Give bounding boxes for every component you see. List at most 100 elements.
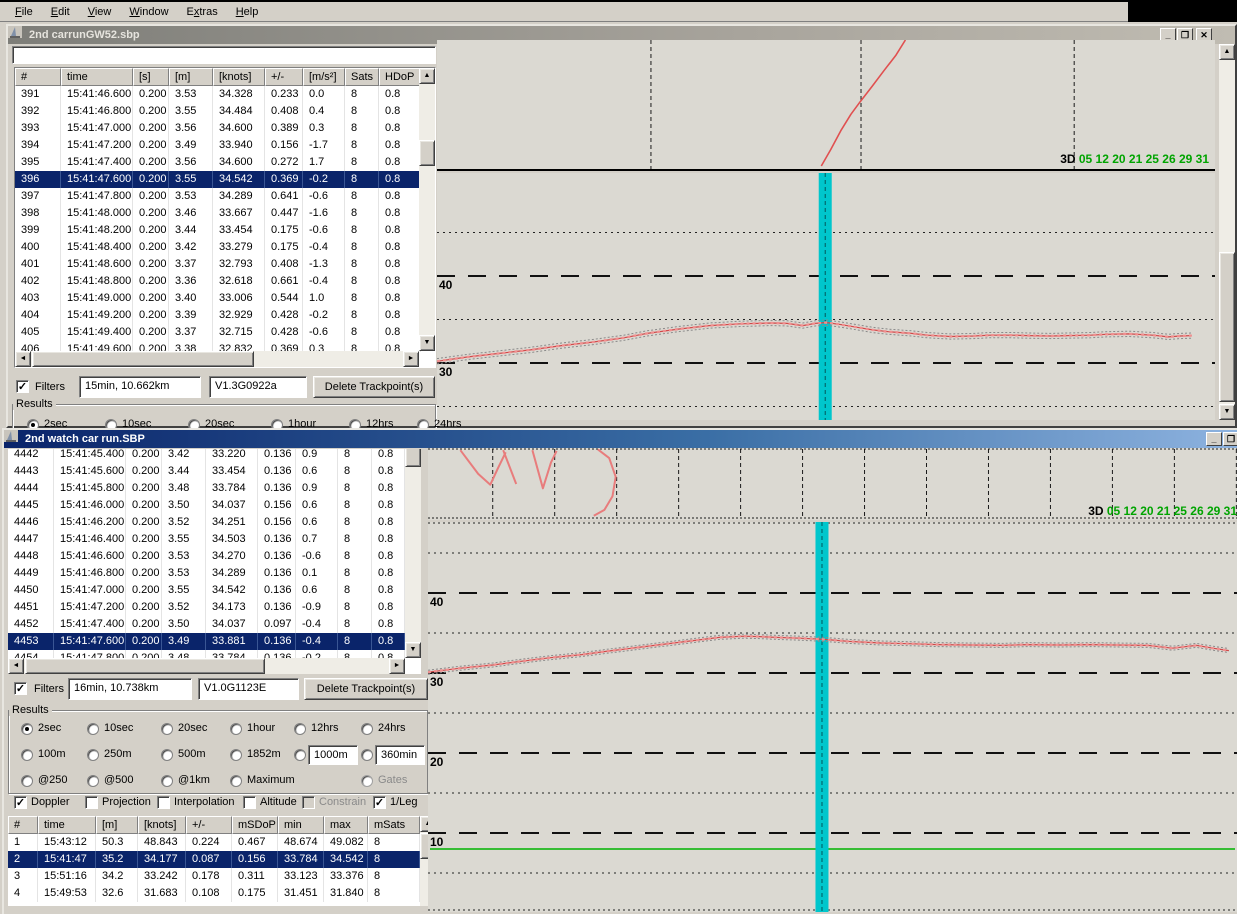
scroll-thumb[interactable] — [32, 351, 254, 367]
menu-item-edit[interactable]: Edit — [42, 3, 79, 21]
column-header[interactable]: [m] — [96, 816, 138, 834]
radio-Gates[interactable] — [361, 775, 373, 787]
column-header[interactable]: +/- — [265, 68, 303, 86]
trackpoint-table[interactable]: 444215:41:45.4000.2003.4233.2200.1360.98… — [8, 449, 405, 658]
radio-20sec[interactable] — [161, 723, 173, 735]
radio-12hrs[interactable] — [294, 723, 306, 735]
table-row[interactable]: 445215:41:47.4000.2003.5034.0370.097-0.4… — [8, 616, 405, 633]
radio-@500[interactable] — [87, 775, 99, 787]
table-hscrollbar[interactable]: ◄ ► — [15, 351, 419, 367]
column-header[interactable]: max — [324, 816, 368, 834]
column-header[interactable]: [knots] — [138, 816, 186, 834]
table-row[interactable]: 444715:41:46.4000.2003.5534.5030.1360.78… — [8, 531, 405, 548]
minimize-button[interactable]: _ — [1206, 432, 1222, 446]
table-row[interactable]: 444515:41:46.0000.2003.5034.0370.1560.68… — [8, 497, 405, 514]
table-row[interactable]: 115:43:1250.348.8430.2240.46748.67449.08… — [8, 834, 420, 851]
menu-item-extras[interactable]: Extras — [178, 3, 227, 21]
table-row[interactable]: 40115:41:48.6000.2003.3732.7930.408-1.38… — [15, 256, 421, 273]
radio-custom[interactable] — [294, 749, 306, 761]
table-row[interactable]: 40415:41:49.2000.2003.3932.9290.428-0.28… — [15, 307, 421, 324]
filter-summary-field[interactable]: 15min, 10.662km — [79, 376, 201, 398]
table-row[interactable]: 415:49:5332.631.6830.1080.17531.45131.84… — [8, 885, 420, 902]
table-row[interactable]: 40215:41:48.8000.2003.3632.6180.661-0.48… — [15, 273, 421, 290]
table-hscrollbar[interactable]: ◄ ► — [8, 658, 405, 674]
scroll-down-icon[interactable]: ▼ — [405, 642, 421, 658]
table-row[interactable]: 39415:41:47.2000.2003.4933.9400.156-1.78… — [15, 137, 421, 154]
table-row[interactable]: 39815:41:48.0000.2003.4633.6670.447-1.68… — [15, 205, 421, 222]
column-header[interactable]: mSats — [368, 816, 420, 834]
radio-250m[interactable] — [87, 749, 99, 761]
table-row[interactable]: 39215:41:46.8000.2003.5534.4840.4080.480… — [15, 103, 421, 120]
scroll-down-icon[interactable]: ▼ — [1219, 404, 1235, 420]
table-row[interactable]: 445415:41:47.8000.2003.4833.7840.136-0.2… — [8, 650, 405, 658]
trackpoint-table[interactable]: 39115:41:46.6000.2003.5334.3280.2330.080… — [15, 86, 421, 352]
track-panel[interactable]: 3D 05 12 20 21 25 26 29 31 — [428, 448, 1237, 520]
checkbox-constrain[interactable] — [302, 796, 315, 809]
scroll-up-icon[interactable]: ▲ — [419, 68, 435, 84]
delete-trackpoints-button[interactable]: Delete Trackpoint(s) — [304, 678, 428, 700]
scroll-thumb[interactable] — [25, 658, 265, 674]
table-row[interactable]: 444215:41:45.4000.2003.4233.2200.1360.98… — [8, 449, 405, 463]
checkbox-altitude[interactable] — [243, 796, 256, 809]
radio-custom[interactable] — [361, 749, 373, 761]
table-row[interactable]: 444915:41:46.8000.2003.5334.2890.1360.18… — [8, 565, 405, 582]
radio-2sec[interactable] — [21, 723, 33, 735]
table-row[interactable]: 39915:41:48.2000.2003.4433.4540.175-0.68… — [15, 222, 421, 239]
table-row[interactable]: 40015:41:48.4000.2003.4233.2790.175-0.48… — [15, 239, 421, 256]
radio-1852m[interactable] — [230, 749, 242, 761]
table-row[interactable]: 315:51:1634.233.2420.1780.31133.12333.37… — [8, 868, 420, 885]
scroll-left-icon[interactable]: ◄ — [8, 658, 24, 674]
column-header[interactable]: time — [38, 816, 96, 834]
radio-@1km[interactable] — [161, 775, 173, 787]
speed-graph[interactable]: 4030 — [437, 173, 1215, 420]
checkbox-interpolation[interactable] — [157, 796, 170, 809]
version-field[interactable]: V1.3G0922a — [209, 376, 307, 398]
scroll-right-icon[interactable]: ► — [403, 351, 419, 367]
scroll-left-icon[interactable]: ◄ — [15, 351, 31, 367]
table-row[interactable]: 39515:41:47.4000.2003.5634.6000.2721.780… — [15, 154, 421, 171]
menu-item-help[interactable]: Help — [227, 3, 268, 21]
column-header[interactable]: # — [8, 816, 38, 834]
radio-500m[interactable] — [161, 749, 173, 761]
radio-24hrs[interactable] — [361, 723, 373, 735]
comment-input[interactable] — [12, 46, 436, 64]
filters-checkbox[interactable]: ✓ — [16, 380, 29, 393]
speed-graph[interactable]: 40302010 — [428, 522, 1237, 912]
column-header[interactable]: min — [278, 816, 324, 834]
menu-item-file[interactable]: File — [6, 3, 42, 21]
table-row[interactable]: 40315:41:49.0000.2003.4033.0060.5441.080… — [15, 290, 421, 307]
filters-checkbox[interactable]: ✓ — [14, 682, 27, 695]
table-row[interactable]: 39615:41:47.6000.2003.5534.5420.369-0.28… — [15, 171, 421, 188]
column-header[interactable]: [m] — [169, 68, 213, 86]
graph-vscrollbar[interactable]: ▲ ▼ — [1219, 44, 1235, 420]
scroll-right-icon[interactable]: ► — [389, 658, 405, 674]
table-row[interactable]: 445115:41:47.2000.2003.5234.1730.136-0.9… — [8, 599, 405, 616]
delete-trackpoints-button[interactable]: Delete Trackpoint(s) — [313, 376, 435, 398]
filter-summary-field[interactable]: 16min, 10.738km — [68, 678, 192, 700]
column-header[interactable]: [m/s²] — [303, 68, 345, 86]
radio-10sec[interactable] — [87, 723, 99, 735]
restore-button[interactable]: ❐ — [1223, 432, 1237, 446]
radio-1hour[interactable] — [230, 723, 242, 735]
option-value-input[interactable]: 360min — [375, 745, 425, 765]
table-row[interactable]: 445315:41:47.6000.2003.4933.8810.136-0.4… — [8, 633, 405, 650]
option-value-input[interactable]: 1000m — [308, 745, 358, 765]
table-row[interactable]: 444615:41:46.2000.2003.5234.2510.1560.68… — [8, 514, 405, 531]
results-table[interactable]: 115:43:1250.348.8430.2240.46748.67449.08… — [8, 834, 420, 902]
column-header[interactable]: Sats — [345, 68, 379, 86]
table-row[interactable]: 444415:41:45.8000.2003.4833.7840.1360.98… — [8, 480, 405, 497]
table-row[interactable]: 39715:41:47.8000.2003.5334.2890.641-0.68… — [15, 188, 421, 205]
table-row[interactable]: 40515:41:49.4000.2003.3732.7150.428-0.68… — [15, 324, 421, 341]
version-field[interactable]: V1.0G1123E — [198, 678, 299, 700]
table-vscrollbar[interactable]: ▲ ▼ — [419, 68, 435, 351]
checkbox-doppler[interactable]: ✓ — [14, 796, 27, 809]
scroll-thumb[interactable] — [1219, 252, 1235, 402]
menu-item-view[interactable]: View — [79, 3, 121, 21]
table-row[interactable]: 39315:41:47.0000.2003.5634.6000.3890.380… — [15, 120, 421, 137]
checkbox-1leg[interactable]: ✓ — [373, 796, 386, 809]
checkbox-projection[interactable] — [85, 796, 98, 809]
table-row[interactable]: 215:41:4735.234.1770.0870.15633.78434.54… — [8, 851, 420, 868]
table-row[interactable]: 444315:41:45.6000.2003.4433.4540.1360.68… — [8, 463, 405, 480]
scroll-thumb[interactable] — [419, 140, 435, 166]
track-panel[interactable]: 3D 05 12 20 21 25 26 29 31 — [437, 40, 1215, 171]
